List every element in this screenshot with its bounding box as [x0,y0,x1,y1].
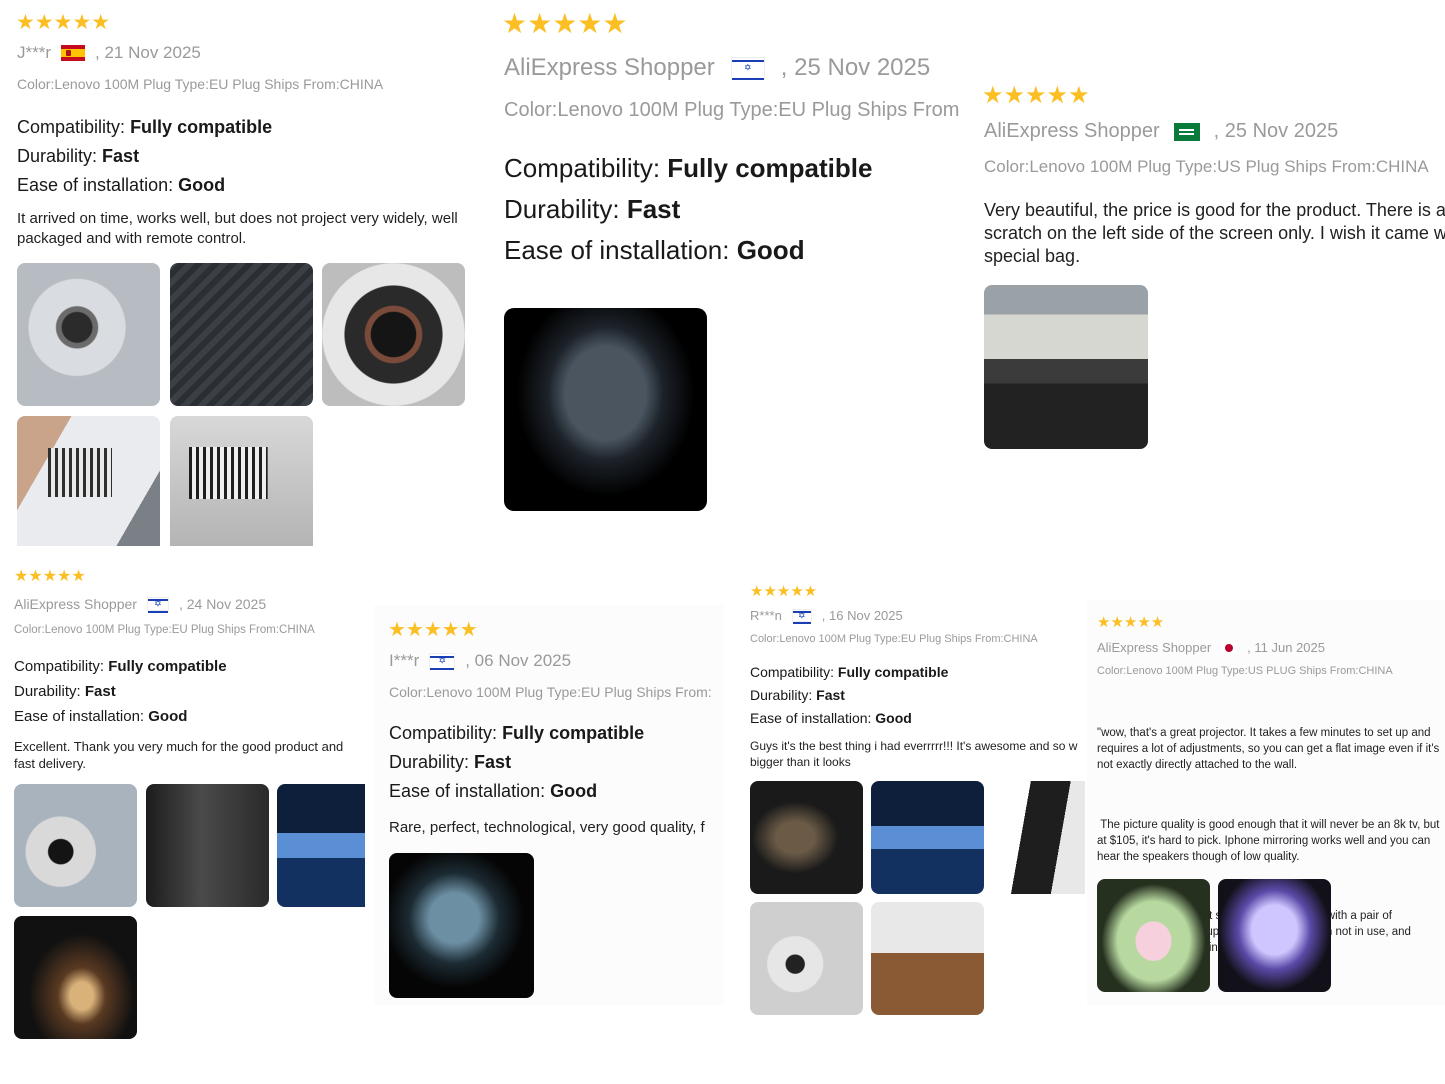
review-photo[interactable] [984,285,1148,449]
rating-stars: ★★★★★ [14,568,86,585]
review-photo[interactable] [14,916,137,1039]
attr-compatibility: Compatibility: Fully compatible [750,664,949,680]
review-photo[interactable] [146,784,269,907]
reviewer-name: AliExpress Shopper [984,120,1160,142]
review-photo[interactable] [389,853,534,998]
israel-flag-icon [730,57,765,80]
sku-info: Color:Lenovo 100M Plug Type:EU Plug Ship… [750,633,1038,645]
review-photo[interactable] [1097,879,1210,992]
review-text: It arrived on time, works well, but does… [17,210,458,247]
rating-stars: ★★★★★ [16,11,111,34]
review-meta: I***r , 06 Nov 2025 [389,651,571,671]
sku-info: Color:Lenovo 100M Plug Type:US Plug Ship… [984,157,1429,176]
review-photo[interactable] [277,784,365,907]
attr-compatibility: Compatibility: Fully compatible [14,658,227,675]
reviewer-name: I***r [389,651,420,670]
sku-info: Color:Lenovo 100M Plug Type:EU Plug Ship… [504,99,960,121]
review-photo[interactable] [170,416,313,546]
reviewer-name: AliExpress Shopper [14,596,137,612]
attr-compatibility: Compatibility: Fully compatible [17,117,273,137]
attr-installation: Ease of installation: Good [750,710,912,726]
review-attributes: Compatibility: Fully compatible Durabili… [750,661,948,730]
review-meta: R***n , 16 Nov 2025 [750,608,903,624]
review-card: ★★★★★ AliExpress Shopper , 25 Nov 2025 C… [490,0,965,530]
japan-flag-icon [1221,641,1238,654]
attr-durability: Durability: Fast [17,146,140,166]
review-photo[interactable] [170,263,313,406]
review-attributes: Compatibility: Fully compatible Durabili… [14,654,227,729]
review-attributes: Compatibility: Fully compatible Durabili… [504,148,872,271]
review-photo[interactable] [322,263,465,406]
saudi-flag-icon [1173,122,1200,141]
attr-installation: Ease of installation: Good [14,708,188,725]
review-photo[interactable] [14,784,137,907]
attr-installation: Ease of installation: Good [389,781,598,801]
review-date: , 21 Nov 2025 [95,43,201,62]
sku-info: Color:Lenovo 100M Plug Type:EU Plug Ship… [389,684,712,700]
attr-installation: Ease of installation: Good [504,235,805,265]
review-card: ★★★★★ R***n , 16 Nov 2025 Color:Lenovo 1… [738,575,1085,1025]
rating-stars: ★★★★★ [982,82,1090,109]
review-photo[interactable] [1218,879,1331,992]
review-photo[interactable] [871,781,984,894]
attr-installation: Ease of installation: Good [17,175,226,195]
attr-compatibility: Compatibility: Fully compatible [504,153,873,183]
attr-durability: Durability: Fast [504,194,681,224]
attr-durability: Durability: Fast [14,683,116,700]
review-date: , 11 Jun 2025 [1247,640,1325,655]
rating-stars: ★★★★★ [750,583,818,600]
review-card: ★★★★★ AliExpress Shopper , 25 Nov 2025 C… [970,70,1445,465]
review-photo[interactable] [991,781,1085,894]
review-date: , 06 Nov 2025 [465,651,572,670]
review-meta: AliExpress Shopper , 25 Nov 2025 [984,120,1338,143]
spain-flag-icon [61,45,86,61]
review-card: ★★★★★ AliExpress Shopper , 11 Jun 2025 C… [1087,600,1445,1005]
review-meta: AliExpress Shopper , 24 Nov 2025 [14,596,267,613]
review-text: Very beautiful, the price is good for th… [984,200,1445,266]
review-date: , 16 Nov 2025 [821,608,903,623]
reviewer-name: R***n [750,608,782,623]
reviewer-name: AliExpress Shopper [1097,640,1212,655]
rating-stars: ★★★★★ [502,8,628,39]
review-text: Excellent. Thank you very much for the g… [14,739,344,771]
rating-stars: ★★★★★ [388,619,478,641]
sku-info: Color:Lenovo 100M Plug Type:EU Plug Ship… [14,624,315,636]
review-photo[interactable] [750,781,863,894]
reviewer-name: AliExpress Shopper [504,54,715,81]
sku-info: Color:Lenovo 100M Plug Type:US PLUG Ship… [1097,665,1393,677]
review-meta: AliExpress Shopper , 25 Nov 2025 [504,54,930,82]
israel-flag-icon [429,653,456,671]
attr-durability: Durability: Fast [750,687,845,703]
review-photo[interactable] [17,416,160,546]
israel-flag-icon [146,597,169,613]
israel-flag-icon [791,609,812,624]
review-photo[interactable] [17,263,160,406]
review-attributes: Compatibility: Fully compatible Durabili… [17,113,272,200]
review-date: , 25 Nov 2025 [1213,120,1339,142]
review-text: Guys it's the best thing i had everrrrr!… [750,739,1078,769]
attr-compatibility: Compatibility: Fully compatible [389,723,645,743]
review-meta: J***r , 21 Nov 2025 [17,43,201,63]
sku-info: Color:Lenovo 100M Plug Type:EU Plug Ship… [17,76,384,92]
review-meta: AliExpress Shopper , 11 Jun 2025 [1097,640,1325,655]
review-card: ★★★★★ J***r , 21 Nov 2025 Color:Lenovo 1… [0,0,485,555]
review-photo[interactable] [871,902,984,1015]
review-photo[interactable] [750,902,863,1015]
review-date: , 25 Nov 2025 [780,54,931,81]
review-photo[interactable] [504,308,707,511]
review-attributes: Compatibility: Fully compatible Durabili… [389,719,644,806]
rating-stars: ★★★★★ [1097,614,1165,631]
review-date: , 24 Nov 2025 [178,596,267,612]
reviewer-name: J***r [17,43,52,62]
review-text: Rare, perfect, technological, very good … [389,819,705,836]
review-card: ★★★★★ AliExpress Shopper , 24 Nov 2025 C… [0,562,365,1052]
review-card: ★★★★★ I***r , 06 Nov 2025 Color:Lenovo 1… [374,605,724,1005]
attr-durability: Durability: Fast [389,752,512,772]
